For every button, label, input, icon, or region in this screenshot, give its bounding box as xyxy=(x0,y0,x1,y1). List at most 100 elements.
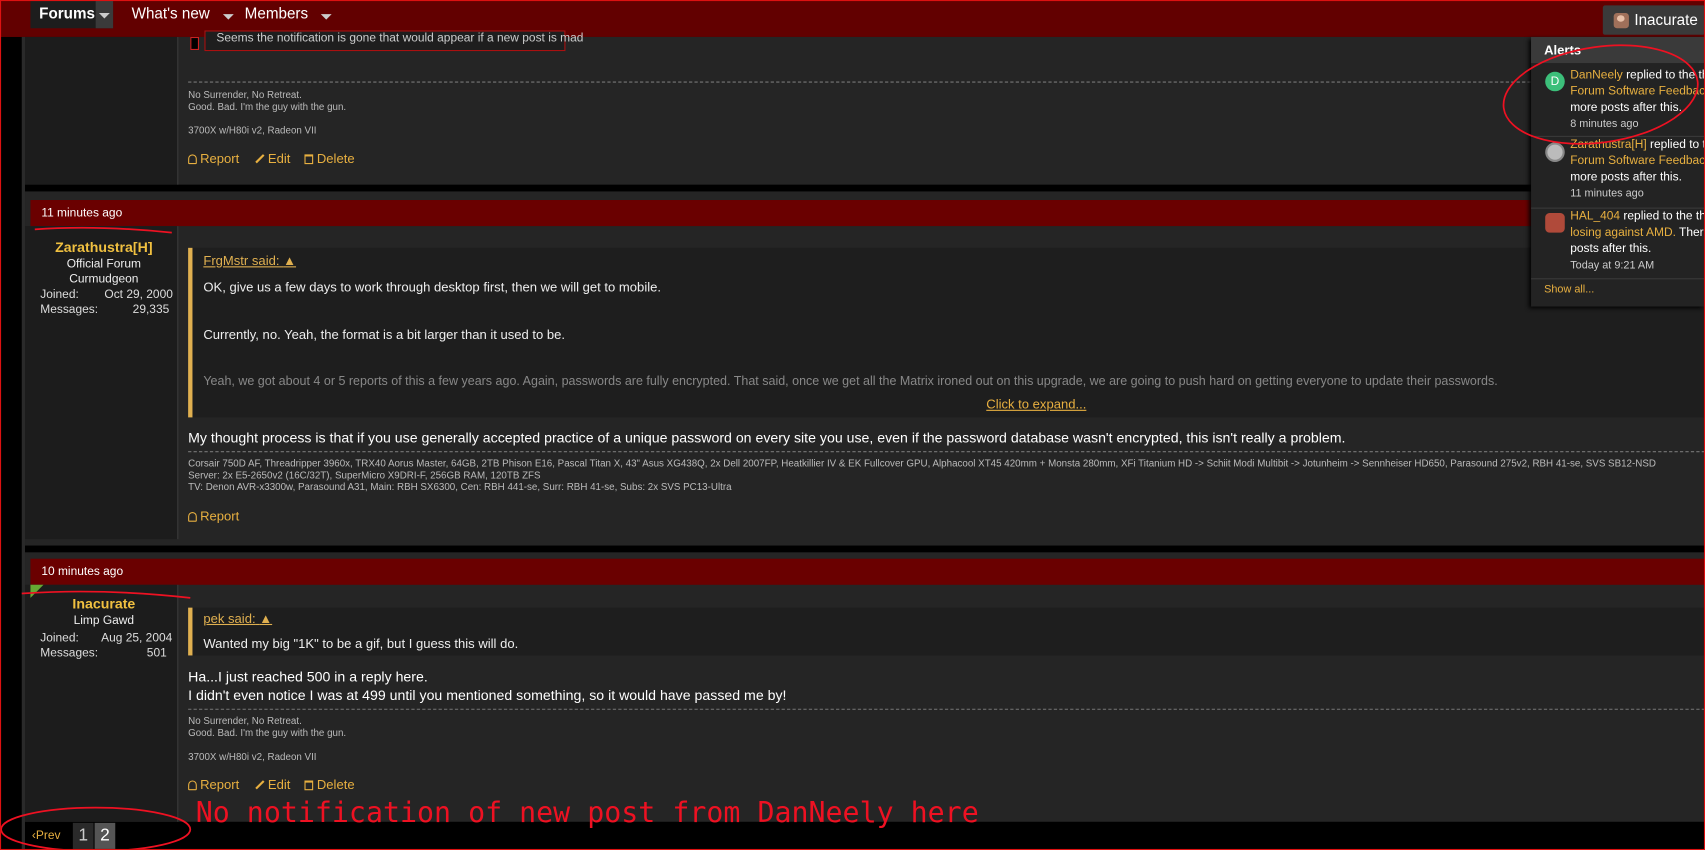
prev-label: Prev xyxy=(35,829,61,843)
user-pane: Zarathustra[H] Official Forum Curmudgeon… xyxy=(25,226,178,540)
post-marker xyxy=(190,36,199,51)
quote-author-link[interactable]: pek said: ▲ xyxy=(203,611,272,626)
username[interactable]: Zarathustra[H] xyxy=(25,239,183,255)
delete-label: Delete xyxy=(316,151,355,167)
joined-label: Joined: xyxy=(40,631,79,645)
arrow-up-circle-icon[interactable]: ▲ xyxy=(283,253,296,268)
tab-forums[interactable]: Forums xyxy=(30,0,114,29)
alert-thread-link[interactable]: Forum Software Feedback xyxy=(1570,84,1705,100)
alert-text: DanNeely replied to the th xyxy=(1570,67,1705,83)
alert-action: replied to the th xyxy=(1620,209,1705,223)
post-previous: Seems the notification is gone that woul… xyxy=(25,30,1705,185)
messages-count: 501 xyxy=(146,646,167,660)
tab-whats-new-label: What's new xyxy=(131,4,210,22)
alert-rest: posts after this. xyxy=(1570,242,1652,256)
bell-icon xyxy=(188,511,197,522)
quote-line: OK, give us a few days to work through d… xyxy=(203,279,662,295)
post-header: 10 minutes ago xyxy=(30,558,1705,585)
username-label: Inacurate xyxy=(1634,10,1698,29)
post-actions: Report xyxy=(188,509,250,524)
tab-whats-new[interactable]: What's new xyxy=(132,0,234,28)
forum-page: Forums What's new Members Inacurate Seem… xyxy=(0,0,1705,850)
signature-divider xyxy=(188,708,1705,710)
alert-user-link[interactable]: DanNeely xyxy=(1570,68,1623,81)
edit-button[interactable]: Edit xyxy=(254,151,290,166)
user-title: Curmudgeon xyxy=(69,272,139,286)
signature-line: No Surrender, No Retreat. xyxy=(188,715,302,727)
joined-date: Aug 25, 2004 xyxy=(101,631,173,645)
click-to-expand-link[interactable]: Click to expand... xyxy=(986,397,1086,412)
alert-thread-link[interactable]: Forum Software Feedback xyxy=(1570,153,1705,169)
post-time[interactable]: 11 minutes ago xyxy=(41,207,122,220)
divider xyxy=(1531,278,1705,280)
username[interactable]: Inacurate xyxy=(25,596,183,612)
signature-line: 3700X w/H80i v2, Radeon VII xyxy=(188,125,317,136)
chevron-down-icon[interactable] xyxy=(321,14,332,20)
signature-line: No Surrender, No Retreat. xyxy=(188,89,302,101)
alerts-dropdown: Alerts D DanNeely replied to the th Foru… xyxy=(1531,36,1705,307)
page-1-button[interactable]: 1 xyxy=(72,822,94,849)
edit-button[interactable]: Edit xyxy=(254,777,291,793)
post-text: Ha...I just reached 500 in a reply here. xyxy=(188,668,428,685)
quote-block: FrgMstr said: ▲ OK, give us a few days t… xyxy=(188,247,1705,418)
alert-rest: more posts after this. xyxy=(1570,170,1682,184)
report-button[interactable]: Report xyxy=(188,509,239,524)
alert-thread-link[interactable]: losing against AMD. xyxy=(1570,226,1676,239)
post-text: I didn't even notice I was at 499 until … xyxy=(188,686,787,704)
post-inacurate: 10 minutes ago Inacurate Limp Gawd Joine… xyxy=(25,545,1705,822)
report-button[interactable]: Report xyxy=(188,151,239,166)
pencil-icon xyxy=(254,779,265,790)
report-label: Report xyxy=(200,508,240,524)
chevron-down-icon[interactable] xyxy=(222,14,234,20)
page-2-button[interactable]: 2 xyxy=(94,822,116,849)
signature-line: 3700X w/H80i v2, Radeon VII xyxy=(188,751,317,762)
quote-fragment: Seems the notification is gone that woul… xyxy=(216,31,584,45)
post-header: 11 minutes ago xyxy=(30,200,1705,227)
post-text: My thought process is that if you use ge… xyxy=(188,429,1346,446)
report-label: Report xyxy=(200,151,240,167)
user-pane: Inacurate Limp Gawd Joined: Aug 25, 2004… xyxy=(25,584,178,822)
prev-page-button[interactable]: ‹Prev xyxy=(27,823,65,849)
signature-divider xyxy=(188,451,1705,453)
user-title: Official Forum xyxy=(66,257,141,271)
user-pane xyxy=(25,36,178,185)
post-actions: Report Edit Delete xyxy=(188,151,365,166)
report-button[interactable]: Report xyxy=(188,777,239,792)
alert-user-link[interactable]: Zarathustra[H] xyxy=(1570,138,1646,151)
forums-menu-toggle[interactable] xyxy=(95,0,114,29)
trash-icon xyxy=(304,780,314,791)
divider xyxy=(177,36,179,185)
post-time[interactable]: 10 minutes ago xyxy=(41,565,123,578)
tab-members[interactable]: Members xyxy=(245,0,332,28)
tab-members-label: Members xyxy=(244,4,309,22)
alert-action: replied to t xyxy=(1646,138,1705,152)
avatar: D xyxy=(1545,71,1565,92)
user-account-button[interactable]: Inacurate xyxy=(1602,5,1705,35)
alert-user-link[interactable]: HAL_404 xyxy=(1570,210,1620,223)
alert-time: Today at 9:21 AM xyxy=(1570,259,1655,272)
signature-line: Good. Bad. I'm the guy with the gun. xyxy=(188,101,347,112)
alert-time: 8 minutes ago xyxy=(1570,118,1639,131)
show-all-alerts-link[interactable]: Show all... xyxy=(1544,284,1594,296)
delete-label: Delete xyxy=(316,777,355,793)
quote-author: pek said: xyxy=(203,610,256,627)
delete-button[interactable]: Delete xyxy=(304,151,355,167)
quote-line: Yeah, we got about 4 or 5 reports of thi… xyxy=(203,375,1498,389)
alerts-title: Alerts xyxy=(1531,36,1705,64)
arrow-up-circle-icon[interactable]: ▲ xyxy=(259,611,272,626)
edit-label: Edit xyxy=(267,777,291,793)
signature-line: Good. Bad. I'm the guy with the gun. xyxy=(188,727,347,739)
post-actions: Report Edit Delete xyxy=(188,777,365,792)
post-zarathustra: 11 minutes ago Zarathustra[H] Official F… xyxy=(25,184,1705,546)
alert-text: HAL_404 replied to the th xyxy=(1570,209,1705,225)
signature-line: Corsair 750D AF, Threadripper 3960x, TRX… xyxy=(188,457,1656,469)
post-gap xyxy=(25,184,1705,192)
post-gap xyxy=(25,545,1705,553)
quote-author: FrgMstr said: xyxy=(203,253,280,269)
joined-label: Joined: xyxy=(40,288,79,302)
delete-button[interactable]: Delete xyxy=(304,777,355,793)
trash-icon xyxy=(304,154,314,165)
quote-author-link[interactable]: FrgMstr said: ▲ xyxy=(203,253,296,268)
alert-thread-rest: There xyxy=(1679,226,1705,240)
report-label: Report xyxy=(200,777,240,793)
